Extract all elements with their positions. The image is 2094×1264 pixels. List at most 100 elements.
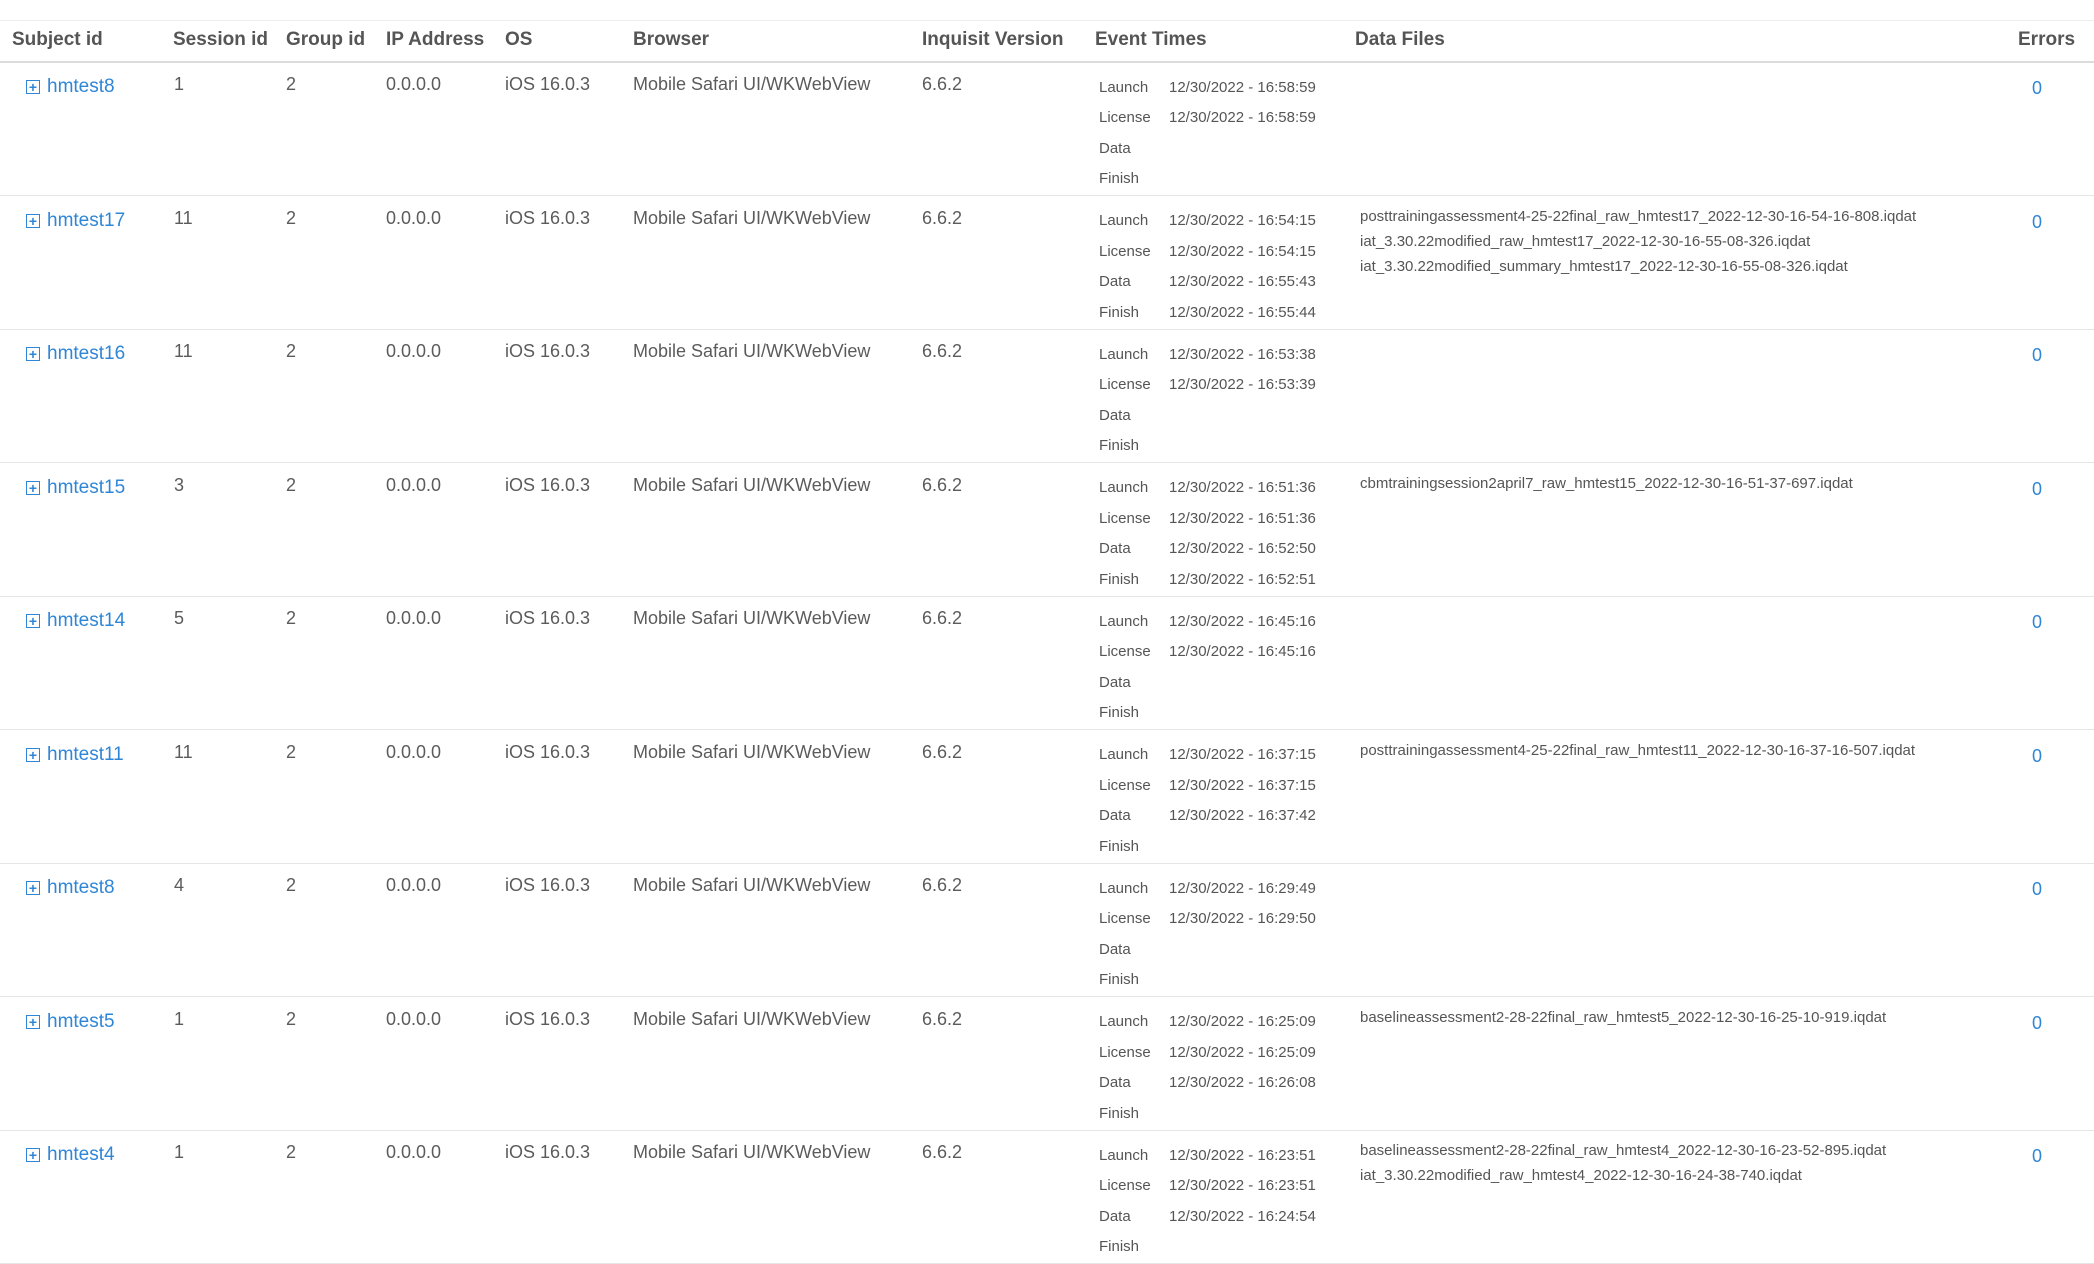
ip-address: 0.0.0.0 bbox=[386, 207, 442, 228]
header-inquisit-version[interactable]: Inquisit Version bbox=[922, 29, 1063, 51]
errors-count-link[interactable]: 0 bbox=[2032, 345, 2042, 366]
session-id: 1 bbox=[174, 1008, 185, 1029]
data-files: posttrainingassessment4-25-22final_raw_h… bbox=[1360, 738, 1915, 763]
expand-plus-icon[interactable]: + bbox=[26, 80, 40, 94]
event-time-row: Launch 12/30/2022 - 16:51:36 bbox=[1099, 473, 1316, 504]
ip-address: 0.0.0.0 bbox=[386, 875, 442, 895]
event-times: Launch 12/30/2022 - 16:58:59 License 12/30/… bbox=[1099, 72, 1316, 194]
header-ip-address[interactable]: IP Address bbox=[386, 29, 484, 51]
expand-plus-icon[interactable]: + bbox=[26, 881, 40, 895]
event-time-row: Data 12/30/2022 - 16:26:08 bbox=[1099, 1068, 1316, 1099]
event-times: Launch 12/30/2022 - 16:29:49 License 12/30/… bbox=[1099, 873, 1316, 995]
event-label: Data bbox=[1099, 406, 1131, 424]
table-row: + hmtest17 11 2 0.0.0.0 iOS 16.0.3 Mobil… bbox=[0, 196, 2094, 330]
subject-cell[interactable]: + hmtest14 bbox=[26, 610, 125, 632]
group-id: 2 bbox=[286, 474, 297, 495]
event-label: Launch bbox=[1099, 479, 1149, 497]
event-timestamp: 12/30/2022 - 16:25:09 bbox=[1169, 1013, 1316, 1031]
event-label: Data bbox=[1099, 273, 1131, 291]
os: iOS 16.0.3 bbox=[505, 608, 591, 628]
subject-cell[interactable]: + hmtest8 bbox=[26, 76, 115, 98]
event-label: Data bbox=[1099, 540, 1131, 558]
event-label: License bbox=[1099, 509, 1151, 527]
subject-cell[interactable]: + hmtest8 bbox=[26, 877, 115, 899]
subject-cell[interactable]: + hmtest5 bbox=[26, 1011, 115, 1033]
expand-plus-icon[interactable]: + bbox=[26, 213, 40, 228]
event-time-row: Finish bbox=[1099, 164, 1316, 195]
header-group-id[interactable]: Group id bbox=[286, 29, 365, 51]
header-errors[interactable]: Errors bbox=[2018, 29, 2075, 51]
expand-plus-icon[interactable]: + bbox=[26, 614, 40, 628]
errors-count-link[interactable]: 0 bbox=[2032, 78, 2042, 99]
group-id: 2 bbox=[286, 74, 297, 94]
inquisit-version: 6.6.2 bbox=[922, 207, 963, 228]
event-label: License bbox=[1099, 776, 1151, 794]
event-timestamp: 12/30/2022 - 16:58:59 bbox=[1169, 78, 1316, 96]
errors-count-link[interactable]: 0 bbox=[2032, 746, 2042, 767]
errors-count-link[interactable]: 0 bbox=[2032, 1013, 2042, 1034]
event-time-row: Data 12/30/2022 - 16:24:54 bbox=[1099, 1201, 1316, 1232]
event-timestamp: 12/30/2022 - 16:29:49 bbox=[1169, 879, 1316, 897]
subject-id-link[interactable]: hmtest11 bbox=[47, 744, 124, 766]
expand-plus-icon[interactable]: + bbox=[26, 480, 40, 495]
header-browser[interactable]: Browser bbox=[633, 29, 709, 51]
subject-id-link[interactable]: hmtest4 bbox=[47, 1144, 115, 1166]
event-timestamp: 12/30/2022 - 16:25:09 bbox=[1169, 1043, 1316, 1061]
subject-cell[interactable]: + hmtest16 bbox=[26, 343, 125, 365]
subject-id-link[interactable]: hmtest8 bbox=[47, 76, 115, 98]
event-times: Launch 12/30/2022 - 16:51:36 License 12/30/… bbox=[1099, 473, 1316, 595]
subject-cell[interactable]: + hmtest11 bbox=[26, 744, 124, 766]
event-times: Launch 12/30/2022 - 16:53:38 License 12/30/… bbox=[1099, 339, 1316, 461]
ip-address: 0.0.0.0 bbox=[386, 474, 442, 495]
expand-plus-icon[interactable]: + bbox=[26, 1148, 40, 1162]
expand-plus-icon[interactable]: + bbox=[26, 747, 40, 762]
event-label: License bbox=[1099, 242, 1151, 260]
os: iOS 16.0.3 bbox=[505, 74, 591, 94]
table-row: + hmtest8 4 2 0.0.0.0 iOS 16.0.3 Mobile … bbox=[0, 863, 2094, 997]
expand-plus-icon[interactable]: + bbox=[26, 347, 40, 361]
subject-id-link[interactable]: hmtest15 bbox=[47, 477, 125, 499]
errors-count-link[interactable]: 0 bbox=[2032, 212, 2042, 233]
errors-count-link[interactable]: 0 bbox=[2032, 479, 2042, 500]
subject-id-link[interactable]: hmtest16 bbox=[47, 343, 125, 365]
header-event-times[interactable]: Event Times bbox=[1095, 29, 1207, 51]
subject-id-link[interactable]: hmtest8 bbox=[47, 877, 115, 899]
expand-plus-icon[interactable]: + bbox=[26, 1014, 40, 1029]
data-file-name: baselineassessment2-28-22final_raw_hmtes… bbox=[1360, 1142, 1887, 1159]
event-label: Finish bbox=[1099, 1104, 1140, 1122]
header-subject-id[interactable]: Subject id bbox=[12, 29, 103, 51]
subject-id-link[interactable]: hmtest17 bbox=[47, 210, 125, 232]
header-os[interactable]: OS bbox=[505, 29, 532, 51]
data-file-name: cbmtrainingsession2april7_raw_hmtest15_2… bbox=[1360, 474, 1853, 492]
data-file-name: posttrainingassessment4-25-22final_raw_h… bbox=[1360, 741, 1916, 759]
subject-id-link[interactable]: hmtest5 bbox=[47, 1011, 115, 1033]
os: iOS 16.0.3 bbox=[505, 207, 591, 228]
event-time-row: Launch 12/30/2022 - 16:37:15 bbox=[1099, 740, 1316, 771]
errors-count-link[interactable]: 0 bbox=[2032, 612, 2042, 633]
subject-cell[interactable]: + hmtest17 bbox=[26, 210, 125, 232]
subject-cell[interactable]: + hmtest4 bbox=[26, 1144, 115, 1166]
event-label: Finish bbox=[1099, 837, 1140, 855]
event-time-row: Finish bbox=[1099, 698, 1316, 729]
session-id: 11 bbox=[174, 207, 193, 228]
data-file-name: iat_3.30.22modified_summary_hmtest17_202… bbox=[1360, 257, 1848, 275]
errors-count-link[interactable]: 0 bbox=[2032, 879, 2042, 900]
group-id: 2 bbox=[286, 207, 297, 228]
table-row: + hmtest4 1 2 0.0.0.0 iOS 16.0.3 Mobile … bbox=[0, 1130, 2094, 1264]
table-row: + hmtest5 1 2 0.0.0.0 iOS 16.0.3 Mobile … bbox=[0, 997, 2094, 1131]
event-timestamp: 12/30/2022 - 16:52:50 bbox=[1169, 540, 1316, 558]
group-id: 2 bbox=[286, 1008, 297, 1029]
data-files: baselineassessment2-28-22final_raw_hmtes… bbox=[1360, 1138, 1886, 1188]
browser: Mobile Safari UI/WKWebView bbox=[633, 1008, 871, 1029]
errors-count-link[interactable]: 0 bbox=[2032, 1146, 2042, 1167]
session-id: 11 bbox=[174, 741, 193, 762]
subject-id-link[interactable]: hmtest14 bbox=[47, 610, 125, 632]
table-row: + hmtest15 3 2 0.0.0.0 iOS 16.0.3 Mobile… bbox=[0, 463, 2094, 597]
os: iOS 16.0.3 bbox=[505, 741, 591, 762]
header-data-files[interactable]: Data Files bbox=[1355, 29, 1445, 51]
event-label: Launch bbox=[1099, 345, 1149, 363]
table-row: + hmtest8 1 2 0.0.0.0 iOS 16.0.3 Mobile … bbox=[0, 62, 2094, 196]
header-session-id[interactable]: Session id bbox=[173, 29, 268, 51]
subject-cell[interactable]: + hmtest15 bbox=[26, 477, 125, 499]
browser: Mobile Safari UI/WKWebView bbox=[633, 741, 871, 762]
